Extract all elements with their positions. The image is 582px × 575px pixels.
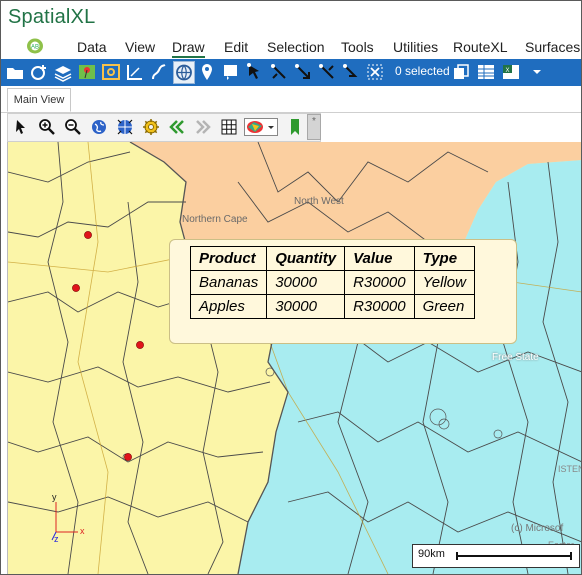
map-attribution: (c) Microsof — [511, 523, 564, 534]
forward-icon[interactable] — [194, 118, 212, 136]
layers-icon[interactable] — [53, 62, 73, 82]
table-row: Apples 30000 R30000 Green — [189, 294, 475, 319]
cell-type: Yellow — [413, 270, 475, 295]
header-type: Type — [413, 246, 475, 271]
info-popup[interactable]: Product Quantity Value Type Bananas 3000… — [169, 239, 517, 344]
menu-bar: AB Data View Draw Edit Selection Tools U… — [1, 35, 581, 59]
toolbar-overflow-button[interactable]: * — [307, 114, 321, 140]
basemap-picker-icon[interactable] — [244, 118, 278, 136]
map-point-marker[interactable] — [124, 453, 132, 461]
svg-text:X: X — [505, 68, 509, 74]
open-folder-icon[interactable] — [5, 62, 25, 82]
globe-icon[interactable] — [173, 61, 195, 84]
add-layer-icon[interactable] — [29, 62, 49, 82]
map-view[interactable]: y x z Northern Cape North West Free Stat… — [7, 142, 582, 574]
map-toolbar — [7, 113, 321, 142]
tab-strip: Main View — [1, 86, 581, 113]
move-vertex-icon[interactable] — [293, 62, 313, 82]
map-point-marker[interactable] — [136, 341, 144, 349]
measure-icon[interactable] — [125, 62, 145, 82]
back-icon[interactable] — [168, 118, 186, 136]
map-point-marker[interactable] — [84, 231, 92, 239]
globe-tool-icon[interactable] — [90, 118, 108, 136]
menu-utilities[interactable]: Utilities — [393, 39, 438, 55]
label-north-west: North West — [294, 196, 344, 207]
copy-icon[interactable] — [451, 62, 471, 82]
pointer-icon[interactable] — [245, 62, 265, 82]
bookmark-icon[interactable] — [286, 118, 304, 136]
menu-routexl[interactable]: RouteXL — [453, 39, 507, 55]
title-bar: SpatialXL — [1, 1, 581, 35]
scale-ruler — [456, 552, 572, 560]
axis-y-label: y — [52, 492, 57, 502]
table-icon[interactable] — [476, 62, 496, 82]
select-frame-icon[interactable] — [221, 62, 241, 82]
menu-tools[interactable]: Tools — [341, 39, 374, 55]
menu-draw[interactable]: Draw — [172, 39, 205, 58]
cell-product: Apples — [189, 294, 268, 319]
product-table: Product Quantity Value Type Bananas 3000… — [189, 246, 475, 319]
selection-count: 0 selected — [395, 64, 450, 78]
rotate-icon[interactable] — [341, 62, 361, 82]
app-title: SpatialXL — [8, 6, 96, 28]
label-icon[interactable] — [101, 62, 121, 82]
app-logo-icon[interactable]: AB — [25, 37, 45, 55]
tab-main-view[interactable]: Main View — [7, 88, 71, 112]
ribbon-toolbar: 0 selected X — [1, 59, 581, 86]
cell-quantity: 30000 — [266, 294, 346, 319]
dropdown-icon[interactable] — [527, 62, 547, 82]
pointer-tool-icon[interactable] — [12, 118, 30, 136]
header-product: Product — [189, 246, 268, 271]
menu-data[interactable]: Data — [77, 39, 107, 55]
header-quantity: Quantity — [266, 246, 346, 271]
header-value: Value — [344, 246, 415, 271]
menu-edit[interactable]: Edit — [224, 39, 248, 55]
label-free-state: Free State — [492, 352, 539, 363]
axis-x-label: x — [80, 526, 85, 536]
scale-bar: 90km — [412, 544, 580, 568]
route-icon[interactable] — [149, 62, 169, 82]
menu-selection[interactable]: Selection — [267, 39, 325, 55]
map-pin-icon[interactable] — [77, 62, 97, 82]
cell-quantity: 30000 — [266, 270, 346, 295]
app-window: SpatialXL AB Data View Draw Edit Selecti… — [0, 0, 582, 575]
label-northern-cape: Northern Cape — [182, 214, 248, 225]
marker-icon[interactable] — [197, 62, 217, 82]
scale-label: 90km — [418, 548, 445, 560]
excel-icon[interactable]: X — [501, 62, 521, 82]
zoom-out-icon[interactable] — [64, 118, 82, 136]
grid-icon[interactable] — [220, 118, 238, 136]
map-point-marker[interactable] — [72, 284, 80, 292]
zoom-in-icon[interactable] — [38, 118, 56, 136]
cell-value: R30000 — [344, 270, 415, 295]
menu-surfaces[interactable]: Surfaces — [525, 39, 580, 55]
edit-vertex-icon[interactable] — [269, 62, 289, 82]
cell-type: Green — [413, 294, 475, 319]
menu-view[interactable]: View — [125, 39, 155, 55]
settings-icon[interactable] — [142, 118, 160, 136]
cell-product: Bananas — [189, 270, 268, 295]
label-eastern-top: ISTEN — [558, 464, 582, 474]
cell-value: R30000 — [344, 294, 415, 319]
table-header-row: Product Quantity Value Type — [189, 246, 475, 271]
axis-z-label: z — [54, 534, 59, 544]
clear-selection-icon[interactable] — [365, 62, 385, 82]
svg-text:AB: AB — [31, 45, 39, 51]
full-extent-icon[interactable] — [116, 118, 134, 136]
table-row: Bananas 30000 R30000 Yellow — [189, 270, 475, 295]
delete-vertex-icon[interactable] — [317, 62, 337, 82]
